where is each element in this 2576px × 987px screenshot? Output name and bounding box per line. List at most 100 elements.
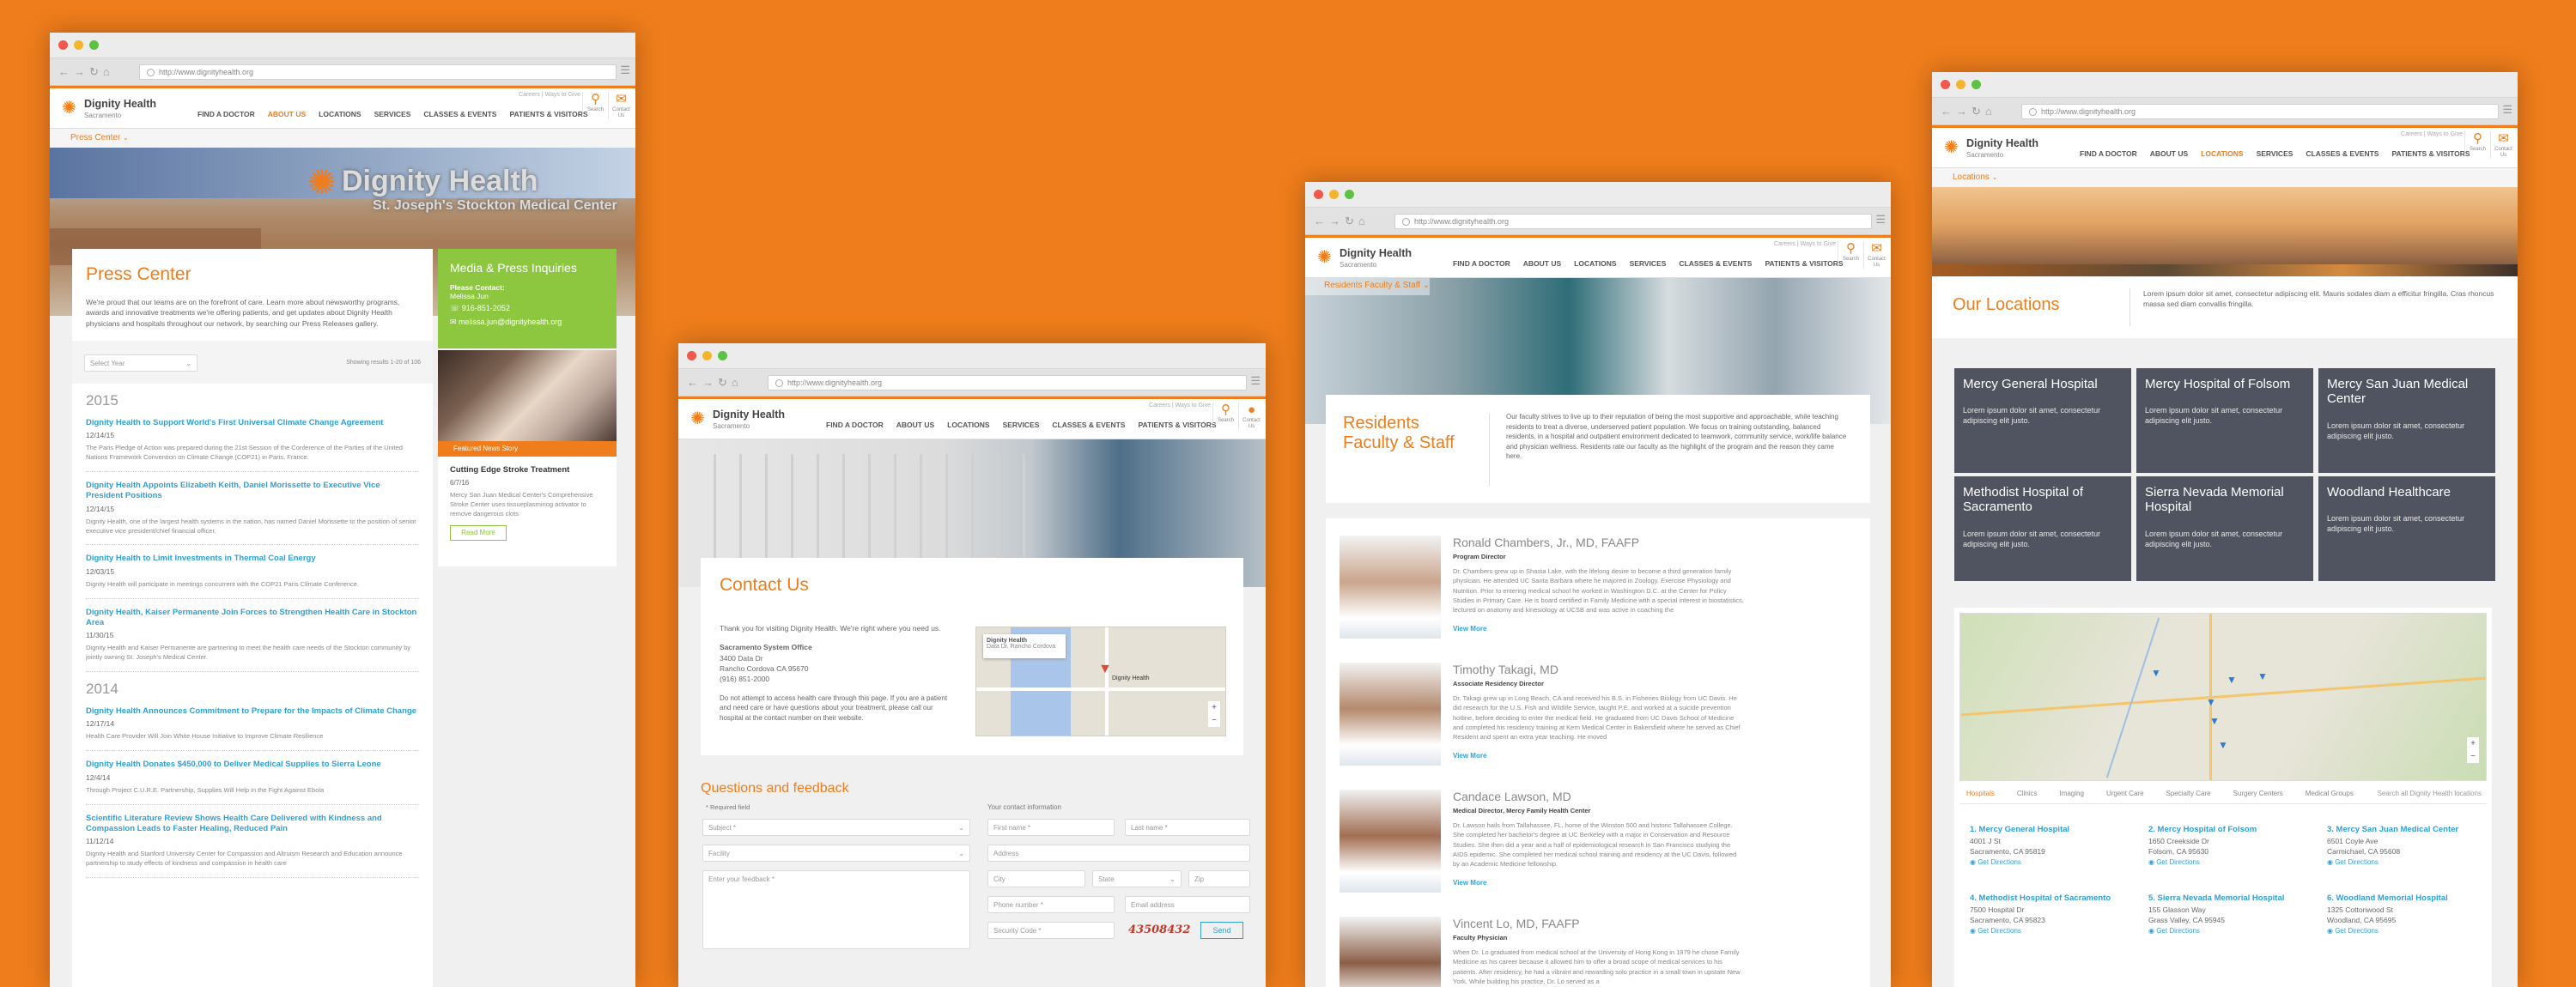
filter-tab-urgent-care[interactable]: Urgent Care [2106,790,2144,797]
facility-select[interactable]: Facility ⌄ [702,845,970,862]
hospital-tile[interactable]: Woodland Healthcare Lorem ipsum dolor sit… [2318,476,2495,581]
url-field[interactable]: http://www.dignityhealth.org [139,64,617,80]
location-name[interactable]: 1. Mercy General Hospital [1970,824,2138,836]
utility-links[interactable]: Careers | Ways to Give [2401,131,2463,137]
browser-nav-icons[interactable]: ←→↻⌂ [1941,105,1996,118]
search-button[interactable]: ⚲ Search [582,92,608,114]
map-pin-icon[interactable]: ▼ [2218,739,2228,751]
filter-tab-clinics[interactable]: Clinics [2017,790,2038,797]
browser-nav-icons[interactable]: ←→↻⌂ [1314,215,1370,228]
directions-link[interactable]: ◉ Get Directions [1970,858,2021,866]
utility-links[interactable]: Careers | Ways to Give [519,92,580,98]
location-name[interactable]: 6. Woodland Memorial Hospital [2327,893,2495,905]
media-phone[interactable]: ☏ 916-851-2052 [450,304,605,313]
map-pin-icon[interactable]: ▼ [2257,670,2268,682]
office-map[interactable]: Dignity Health Data Dr, Rancho Cordova ▼ … [975,627,1226,736]
contact-button[interactable]: ✉ Contact Us [608,92,634,120]
location-name[interactable]: 4. Methodist Hospital of Sacramento [1970,893,2138,905]
map-pin-icon[interactable]: ▼ [2227,674,2237,686]
utility-links[interactable]: Careers | Ways to Give [1774,241,1836,247]
press-item-title[interactable]: Dignity Health Announces Commitment to P… [86,706,419,717]
address-input[interactable]: Address [987,845,1250,862]
minimize-dot[interactable] [1956,80,1965,89]
location-name[interactable]: 2. Mercy Hospital of Folsom [2148,824,2317,836]
close-dot[interactable] [58,40,68,50]
year-select[interactable]: Select Year ⌄ [84,354,197,372]
search-button[interactable]: ⚲ Search [1838,241,1863,263]
press-item-title[interactable]: Dignity Health to Limit Investments in T… [86,554,419,564]
locations-map[interactable]: ▼ ▼ ▼ ▼ ▼ ▼ + − [1959,613,2487,781]
hospital-tile[interactable]: Mercy San Juan Medical Center Lorem ipsum… [2318,368,2495,473]
nav-find-doctor[interactable]: FIND A DOCTOR [1453,259,1510,268]
search-button[interactable]: ⚲ Search [2464,131,2490,154]
minimize-dot[interactable] [74,40,83,50]
hospital-tile[interactable]: Mercy Hospital of Folsom Lorem ipsum dolo… [2136,368,2313,473]
minimize-dot[interactable] [702,351,712,360]
directions-link[interactable]: ◉ Get Directions [2148,858,2200,866]
browser-nav-icons[interactable]: ←→↻⌂ [687,376,743,390]
nav-classes[interactable]: CLASSES & EVENTS [2306,149,2379,158]
last-name-input[interactable]: Last name * [1125,819,1250,836]
city-input[interactable]: City [987,870,1085,887]
nav-locations[interactable]: LOCATIONS [2201,149,2243,158]
filter-tab-medical-groups[interactable]: Medical Groups [2306,790,2354,797]
nav-patients[interactable]: PATIENTS & VISITORS [2391,149,2470,158]
press-item-title[interactable]: Scientific Literature Review Shows Healt… [86,814,419,835]
close-dot[interactable] [1314,190,1323,199]
feedback-textarea[interactable]: Enter your feedback * [702,870,970,949]
directions-link[interactable]: ◉ Get Directions [1970,927,2021,935]
filter-tab-specialty-care[interactable]: Specialty Care [2166,790,2211,797]
menu-icon[interactable]: ☰ [1250,374,1261,388]
zoom-dot[interactable] [89,40,99,50]
zoom-dot[interactable] [1971,80,1981,89]
sub-nav[interactable]: Locations ⌄ [1932,168,2518,187]
nav-find-doctor[interactable]: FIND A DOCTOR [2080,149,2137,158]
map-pin-icon[interactable]: ▼ [2151,667,2161,679]
nav-find-doctor[interactable]: FIND A DOCTOR [197,110,255,118]
contact-button[interactable]: ✉ Contact Us [2490,131,2516,160]
zoom-control[interactable]: + − [2467,737,2479,763]
media-email[interactable]: ✉ melissa.jun@dignityhealth.org [450,318,605,327]
email-input[interactable]: Email address [1125,896,1250,913]
directions-link[interactable]: ◉ Get Directions [2148,927,2200,935]
directions-link[interactable]: ◉ Get Directions [2327,927,2379,935]
filter-tab-imaging[interactable]: Imaging [2059,790,2083,797]
nav-find-doctor[interactable]: FIND A DOCTOR [826,421,884,429]
menu-icon[interactable]: ☰ [1875,213,1886,227]
close-dot[interactable] [687,351,696,360]
sub-nav[interactable]: Press Center ⌄ [50,129,635,148]
directions-link[interactable]: ◉ Get Directions [2327,858,2379,866]
url-field[interactable]: http://www.dignityhealth.org [768,375,1247,391]
nav-services[interactable]: SERVICES [2257,149,2293,158]
sub-nav[interactable]: Residents Faculty & Staff ⌄ [1305,278,1431,295]
nav-classes[interactable]: CLASSES & EVENTS [423,110,496,118]
nav-about-us[interactable]: ABOUT US [896,421,934,429]
office-phone[interactable]: (916) 851-2000 [720,674,951,684]
menu-icon[interactable]: ☰ [2502,103,2512,117]
state-select[interactable]: State ⌄ [1092,870,1182,887]
nav-classes[interactable]: CLASSES & EVENTS [1679,259,1752,268]
contact-button[interactable]: ● Contact Us [1238,403,1264,431]
filter-tab-hospitals[interactable]: Hospitals [1966,790,1995,797]
contact-button[interactable]: ✉ Contact Us [1863,241,1889,269]
filter-tab-surgery-centers[interactable]: Surgery Centers [2233,790,2283,797]
nav-patients[interactable]: PATIENTS & VISITORS [1765,259,1843,268]
first-name-input[interactable]: First name * [987,819,1115,836]
map-pin-icon[interactable]: ▼ [2206,696,2216,708]
view-more-link[interactable]: View More [1453,752,1486,760]
nav-services[interactable]: SERVICES [1630,259,1667,268]
view-more-link[interactable]: View More [1453,879,1486,887]
menu-icon[interactable]: ☰ [620,64,630,77]
nav-patients[interactable]: PATIENTS & VISITORS [509,110,587,118]
location-search[interactable]: Search all Dignity Health locations [2378,790,2482,797]
zoom-control[interactable]: + − [1208,701,1220,727]
press-item-title[interactable]: Dignity Health Appoints Elizabeth Keith,… [86,481,419,502]
nav-about-us[interactable]: ABOUT US [2150,149,2188,158]
nav-services[interactable]: SERVICES [374,110,411,118]
url-field[interactable]: http://www.dignityhealth.org [2021,104,2499,119]
view-more-link[interactable]: View More [1453,625,1486,633]
hospital-tile[interactable]: Mercy General Hospital Lorem ipsum dolor … [1954,368,2131,473]
url-field[interactable]: http://www.dignityhealth.org [1394,214,1872,229]
nav-locations[interactable]: LOCATIONS [947,421,989,429]
hospital-tile[interactable]: Sierra Nevada Memorial Hospital Lorem ips… [2136,476,2313,581]
